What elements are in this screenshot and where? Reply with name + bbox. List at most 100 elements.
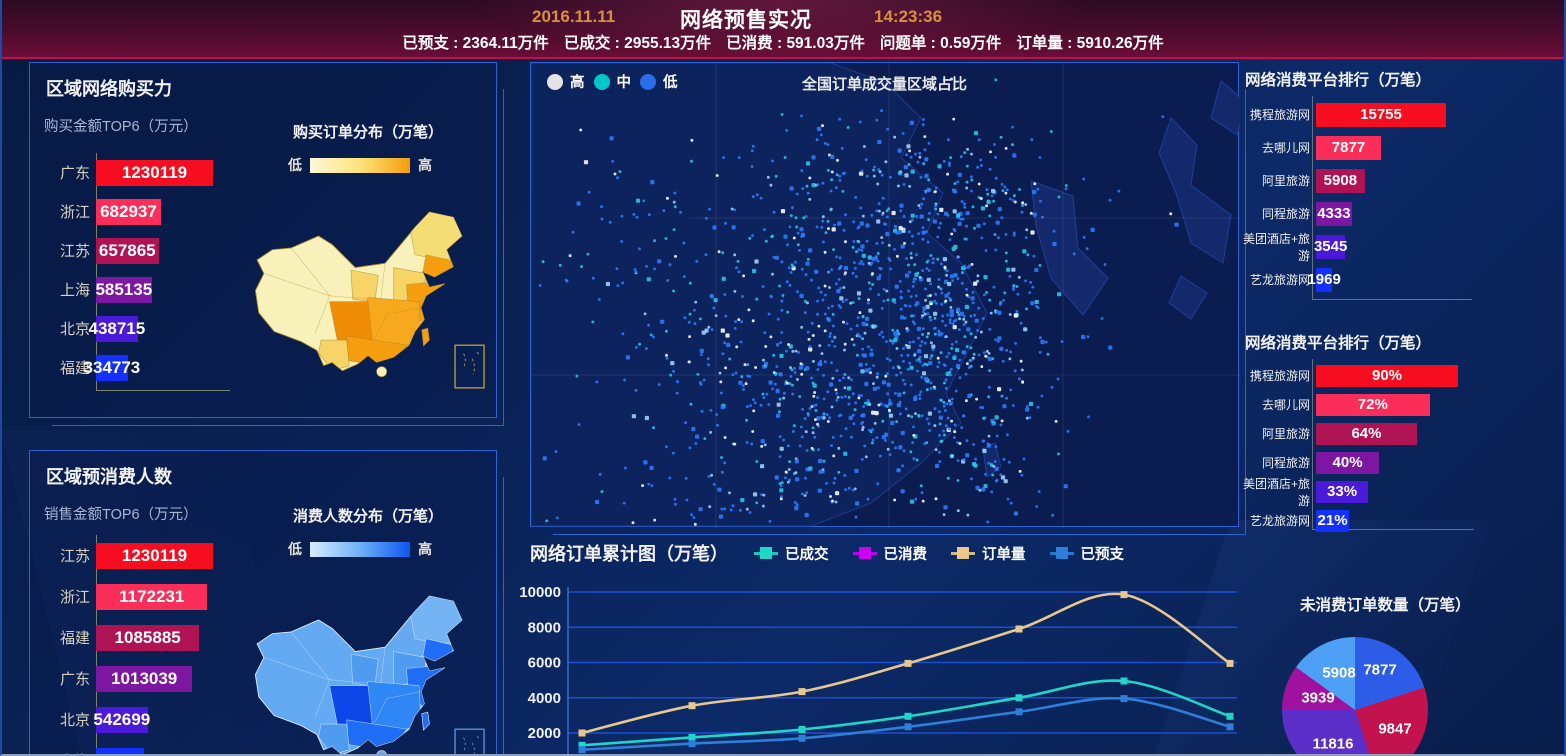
bar-track: 506520	[96, 740, 144, 756]
bar-fill[interactable]: 1230119	[96, 160, 213, 186]
legend-dot-icon	[547, 74, 563, 90]
map-title: 消费人数分布（万笔）	[240, 505, 496, 526]
scatter-legend-item[interactable]: 低	[640, 71, 678, 92]
legend-line-icon	[951, 547, 975, 559]
line-chart-canvas: 100008000600040002000	[530, 577, 1239, 756]
scatter-legend-item[interactable]: 中	[594, 71, 632, 92]
panel-unconsumed-orders: 未消费订单数量（万笔） 787798471181639395908	[1242, 585, 1566, 756]
bar-fill[interactable]: 33%	[1316, 481, 1368, 503]
bar-category-label: 广东	[30, 162, 96, 183]
bar-axis-bottom	[96, 390, 230, 391]
pie-slice-label: 7877	[1363, 662, 1396, 679]
bar-fill[interactable]: 7877	[1316, 136, 1381, 160]
bar-fill[interactable]: 72%	[1316, 394, 1430, 416]
panel-national-order-map: 全国订单成交量区域占比 高中低	[530, 62, 1239, 527]
bar-fill[interactable]: 542699	[96, 707, 148, 733]
bar-list-platform-percent: 携程旅游网 90% 去哪儿网 72% 阿里旅游 64%	[1242, 361, 1562, 535]
line-legend-item[interactable]: 已成交	[754, 543, 829, 564]
bar-value-label: 1172231	[119, 587, 184, 607]
bar-category-label: 去哪儿网	[1242, 396, 1316, 413]
bar-fill[interactable]: 4333	[1316, 202, 1352, 226]
bar-fill[interactable]: 1085885	[96, 625, 199, 651]
bar-track: 1230119	[96, 153, 213, 192]
bar-value-label: 682937	[100, 202, 157, 222]
bar-fill[interactable]: 506520	[96, 748, 144, 756]
bar-fill[interactable]: 1172231	[96, 584, 207, 610]
legend-dot-icon	[640, 74, 656, 90]
bar-fill[interactable]: 21%	[1316, 510, 1349, 532]
bar-fill[interactable]: 3545	[1316, 235, 1345, 259]
line-legend-item[interactable]: 已预支	[1050, 543, 1125, 564]
bar-track: 1085885	[96, 617, 199, 658]
bar-value-label: 15755	[1360, 106, 1402, 123]
bar-value-label: 33%	[1327, 483, 1357, 500]
bar-value-label: 1230119	[122, 163, 187, 183]
legend-high-label: 高	[418, 539, 432, 559]
bar-category-label: 上海	[30, 750, 96, 756]
bar-fill[interactable]: 438715	[96, 316, 138, 342]
bar-value-label: 1085885	[115, 628, 181, 648]
bar-category-label: 福建	[30, 627, 96, 648]
bar-row: 艺龙旅游网 1969	[1242, 263, 1562, 296]
bar-fill[interactable]: 64%	[1316, 423, 1417, 445]
bar-track: 682937	[96, 192, 161, 231]
bar-row: 携程旅游网 90%	[1242, 361, 1562, 390]
bar-category-label: 美团酒店+旅游	[1242, 230, 1316, 264]
legend-label: 中	[617, 71, 632, 92]
bar-fill[interactable]: 585135	[96, 277, 152, 303]
header-row-1: 2016.11.11 网络预售实况 14:23:36	[2, 4, 1564, 30]
bar-fill[interactable]: 15755	[1316, 103, 1446, 127]
bar-fill[interactable]: 40%	[1316, 452, 1379, 474]
bar-track: 1013039	[96, 658, 192, 699]
bar-track: 72%	[1316, 390, 1430, 419]
bar-fill[interactable]: 1230119	[96, 543, 213, 569]
line-legend-item[interactable]: 订单量	[951, 543, 1026, 564]
bar-fill[interactable]: 682937	[96, 199, 161, 225]
pie-labels: 787798471181639395908	[1282, 637, 1428, 756]
panel-title: 网络消费平台排行（万笔）	[1245, 68, 1431, 90]
panel-regional-preconsumers: 区域预消费人数 销售金额TOP6（万元） 江苏 1230119 浙江 11722…	[29, 450, 497, 756]
bar-value-label: 4333	[1317, 205, 1350, 222]
bar-track: 585135	[96, 270, 152, 309]
scatter-map-canvas	[531, 63, 1240, 528]
line-legend-item[interactable]: 已消费	[853, 543, 928, 564]
bar-value-label: 90%	[1372, 367, 1402, 384]
bar-value-label: 72%	[1358, 396, 1388, 413]
bar-category-label: 艺龙旅游网	[1242, 271, 1316, 288]
bar-track: 438715	[96, 309, 138, 348]
bar-value-label: 506520	[92, 751, 149, 756]
bar-value-label: 5908	[1324, 172, 1357, 189]
svg-text:4000: 4000	[528, 690, 561, 707]
gradient-bar-yellow	[310, 158, 410, 173]
legend-label: 已成交	[785, 543, 829, 564]
bar-row: 阿里旅游 5908	[1242, 164, 1562, 197]
legend-label: 订单量	[982, 543, 1026, 564]
bar-category-label: 携程旅游网	[1242, 106, 1316, 123]
china-landmass	[531, 63, 987, 526]
bar-track: 15755	[1316, 98, 1446, 131]
bar-track: 1230119	[96, 535, 213, 576]
bar-fill[interactable]: 5908	[1316, 169, 1365, 193]
bar-fill[interactable]: 90%	[1316, 365, 1458, 387]
bar-track: 21%	[1316, 506, 1349, 535]
bar-value-label: 1969	[1307, 271, 1340, 288]
bar-value-label: 64%	[1351, 425, 1381, 442]
bar-fill[interactable]: 334773	[96, 355, 128, 381]
bar-fill[interactable]: 657865	[96, 238, 159, 264]
scatter-legend-item[interactable]: 高	[547, 71, 585, 92]
bar-fill[interactable]: 1969	[1316, 268, 1332, 292]
bar-row: 同程旅游 40%	[1242, 448, 1562, 477]
pie-title: 未消费订单数量（万笔）	[1300, 593, 1471, 615]
bar-value-label: 3545	[1314, 238, 1347, 255]
bar-category-label: 携程旅游网	[1242, 367, 1316, 384]
bar-row: 去哪儿网 72%	[1242, 390, 1562, 419]
bar-row: 江苏 657865	[30, 231, 245, 270]
panel-subtitle: 购买金额TOP6（万元）	[44, 115, 198, 136]
bar-category-label: 同程旅游	[1242, 454, 1316, 471]
legend-line-icon	[853, 547, 877, 559]
bar-list-platform-value: 携程旅游网 15755 去哪儿网 7877 阿里旅游 5908	[1242, 98, 1562, 296]
bar-category-label: 阿里旅游	[1242, 172, 1316, 189]
header-stat: 已预支 : 2364.11万件	[402, 31, 548, 53]
china-choropleth-svg	[240, 571, 496, 756]
bar-fill[interactable]: 1013039	[96, 666, 192, 692]
